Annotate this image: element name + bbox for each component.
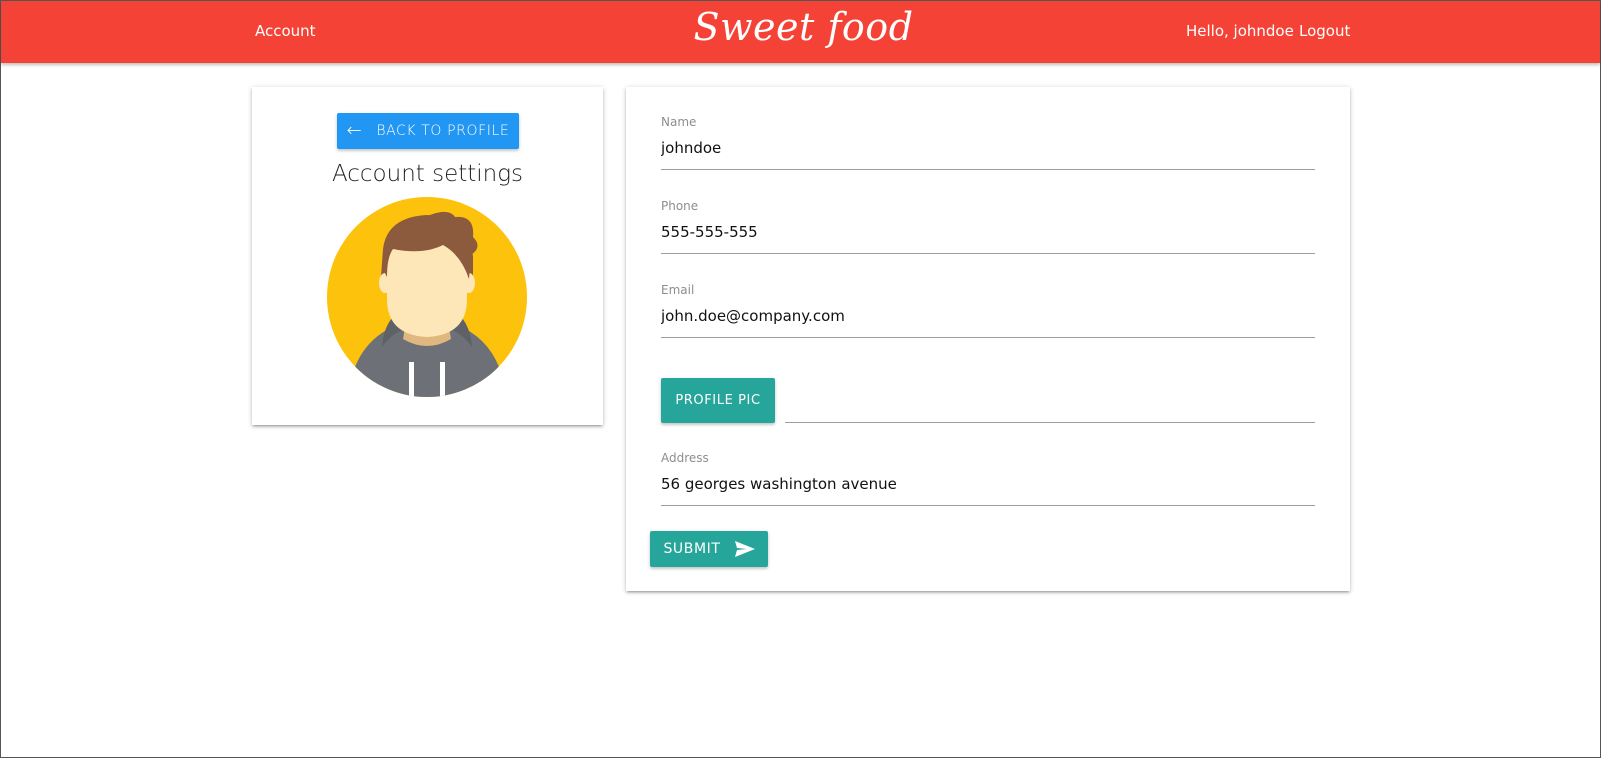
submit-label: SUBMIT [663, 541, 721, 557]
account-form-card: Name Phone Email PROFILE PIC Address SUB… [626, 87, 1350, 591]
address-input[interactable] [661, 467, 1315, 506]
arrow-left-icon: ← [346, 120, 363, 141]
address-label: Address [661, 451, 709, 465]
email-label: Email [661, 283, 695, 297]
back-to-profile-button[interactable]: ← BACK TO PROFILE [337, 113, 519, 149]
profile-pic-field: PROFILE PIC [661, 378, 1315, 423]
profile-card: ← BACK TO PROFILE Account settings [252, 87, 603, 425]
email-field: Email [661, 283, 1315, 338]
name-label: Name [661, 115, 697, 129]
address-field: Address [661, 451, 1315, 506]
navbar: Account Sweet food Hello, johndoe Logout [1, 1, 1600, 63]
name-field: Name [661, 115, 1315, 170]
back-button-label: BACK TO PROFILE [376, 123, 510, 139]
send-icon [734, 541, 755, 557]
brand-text: Sweet food [693, 5, 914, 49]
profile-pic-button[interactable]: PROFILE PIC [661, 378, 775, 423]
page-title: Account settings [331, 161, 524, 187]
phone-input[interactable] [661, 215, 1315, 254]
submit-button[interactable]: SUBMIT [650, 531, 768, 567]
user-avatar-icon [327, 197, 527, 397]
email-input[interactable] [661, 299, 1315, 338]
name-input[interactable] [661, 131, 1315, 170]
file-path-input[interactable] [785, 378, 1315, 423]
phone-label: Phone [661, 199, 699, 213]
logout-link[interactable]: Logout [1299, 22, 1350, 40]
phone-field: Phone [661, 199, 1315, 254]
brand-logo[interactable]: Sweet food [1, 5, 1600, 49]
nav-greeting[interactable]: Hello, johndoe [1186, 22, 1294, 40]
